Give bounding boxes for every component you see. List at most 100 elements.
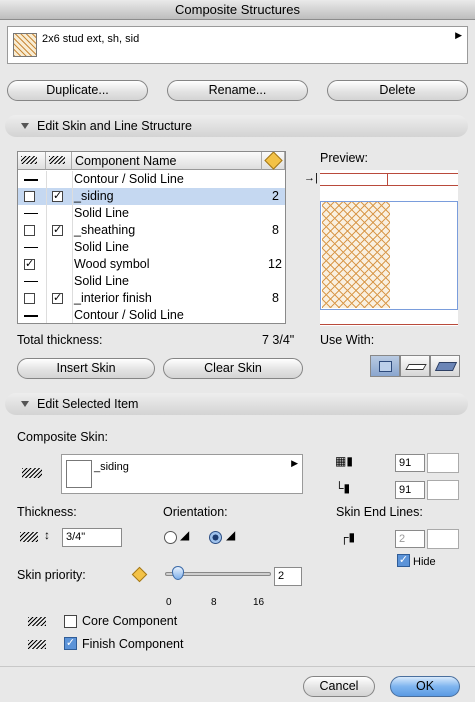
table-row-selected[interactable]: ✓ _siding 2	[18, 188, 285, 205]
contour-line-icon	[24, 315, 38, 317]
rename-button[interactable]: Rename...	[167, 80, 308, 101]
row-line-label: Contour / Solid Line	[74, 172, 184, 186]
thickness-arrow-icon: ↕	[44, 528, 50, 542]
preview-pointer-icon: →|	[304, 172, 318, 184]
cancel-button[interactable]: Cancel	[303, 676, 375, 697]
row-name: _interior finish	[74, 291, 152, 305]
edit-skin-section-header[interactable]: Edit Skin and Line Structure	[5, 115, 468, 137]
ok-button[interactable]: OK	[390, 676, 460, 697]
thickness-sort-icon[interactable]	[262, 152, 285, 170]
preview-top-contour	[320, 173, 458, 174]
skin-line-pen-icon: ▦▮	[335, 454, 353, 468]
skin-table[interactable]: Component Name Contour / Solid Line ✓ _s…	[17, 151, 286, 324]
edit-selected-section-header[interactable]: Edit Selected Item	[5, 393, 468, 415]
orientation-label: Orientation:	[163, 505, 228, 519]
skin-fill-pen-swatch[interactable]	[427, 480, 459, 500]
skin-line-pen-input[interactable]: 91	[395, 454, 425, 472]
contour-line-icon	[24, 179, 38, 181]
fill-selector[interactable]: _siding ▶	[61, 454, 303, 494]
preview-siding-band	[320, 185, 458, 186]
end-line-icon: ┌▮	[340, 530, 356, 544]
skin-fill-pen-input[interactable]: 91	[395, 481, 425, 499]
table-row[interactable]: ✓ _sheathing 8	[18, 222, 285, 239]
priority-icon	[131, 566, 148, 583]
thickness-label: Thickness:	[17, 505, 77, 519]
footer-divider	[0, 666, 475, 667]
priority-slider-thumb[interactable]	[172, 566, 184, 580]
finish-checkbox[interactable]: ✓	[52, 191, 63, 202]
use-with-slab-icon[interactable]	[400, 355, 430, 377]
table-row[interactable]: ✓ Wood symbol 12	[18, 256, 285, 273]
thickness-icon	[20, 532, 38, 542]
disclosure-triangle-icon[interactable]	[21, 123, 29, 129]
core-component-checkbox[interactable]	[64, 615, 77, 628]
column-header-name[interactable]: Component Name	[72, 152, 262, 170]
row-line-label: Solid Line	[74, 274, 129, 288]
end-line-pen-swatch[interactable]	[427, 529, 459, 549]
slider-tick-16: 16	[253, 597, 265, 608]
orientation-radio-2[interactable]	[209, 531, 222, 544]
row-name: Wood symbol	[74, 257, 150, 271]
core-checkbox[interactable]	[24, 293, 35, 304]
row-name: _siding	[74, 189, 114, 203]
chevron-right-icon[interactable]: ▶	[291, 458, 298, 469]
chevron-right-icon[interactable]: ▶	[455, 30, 462, 41]
composite-selector[interactable]: 2x6 stud ext, sh, sid ▶	[7, 26, 468, 64]
finish-column-icon[interactable]	[46, 152, 72, 170]
table-row[interactable]: ✓ _interior finish 8	[18, 290, 285, 307]
preview-pane	[320, 170, 458, 326]
finish-component-checkbox[interactable]: ✓	[64, 637, 77, 650]
hide-checkbox[interactable]: ✓	[397, 554, 410, 567]
finish-checkbox[interactable]: ✓	[52, 293, 63, 304]
total-thickness-value: 7 3/4"	[262, 333, 295, 347]
preview-selection-frame	[320, 201, 458, 310]
table-row[interactable]: Contour / Solid Line	[18, 307, 285, 323]
preview-right-edge	[387, 174, 388, 185]
composite-name: 2x6 stud ext, sh, sid	[42, 33, 140, 45]
duplicate-button[interactable]: Duplicate...	[7, 80, 148, 101]
composite-swatch-icon	[13, 33, 37, 57]
orientation-2-icon: ◢	[226, 528, 236, 542]
composite-skin-label: Composite Skin:	[17, 430, 109, 444]
table-row[interactable]: Contour / Solid Line	[18, 171, 285, 188]
table-row[interactable]: Solid Line	[18, 273, 285, 290]
solid-line-icon	[24, 281, 38, 282]
end-line-pen-input[interactable]: 2	[395, 530, 425, 548]
insert-skin-button[interactable]: Insert Skin	[17, 358, 155, 379]
total-thickness-label: Total thickness:	[17, 333, 103, 347]
fill-swatch	[66, 460, 92, 488]
hide-label: Hide	[413, 556, 436, 568]
use-with-roof-icon[interactable]	[430, 355, 460, 377]
orientation-radio-1[interactable]	[164, 531, 177, 544]
row-thickness: 8	[272, 291, 279, 305]
core-column-icon[interactable]	[18, 152, 46, 170]
skin-fill-pen-icon: └▮	[335, 481, 351, 495]
skin-line-pen-swatch[interactable]	[427, 453, 459, 473]
table-row[interactable]: Solid Line	[18, 205, 285, 222]
core-checkbox[interactable]	[24, 191, 35, 202]
use-with-label: Use With:	[320, 333, 375, 347]
orientation-1-icon: ◢	[180, 528, 190, 542]
fill-name: _siding	[94, 461, 129, 473]
core-component-icon	[28, 617, 46, 626]
finish-checkbox[interactable]: ✓	[52, 225, 63, 236]
core-checkbox[interactable]	[24, 225, 35, 236]
column-divider	[46, 171, 47, 323]
priority-input[interactable]: 2	[274, 567, 302, 586]
table-row[interactable]: Solid Line	[18, 239, 285, 256]
skin-end-lines-label: Skin End Lines:	[336, 505, 423, 519]
use-with-wall-icon[interactable]	[370, 355, 400, 377]
thickness-input[interactable]: 3/4"	[62, 528, 122, 547]
solid-line-icon	[24, 213, 38, 214]
finish-component-label: Finish Component	[82, 637, 184, 651]
delete-button[interactable]: Delete	[327, 80, 468, 101]
row-line-label: Contour / Solid Line	[74, 308, 184, 322]
disclosure-triangle-icon[interactable]	[21, 401, 29, 407]
clear-skin-button[interactable]: Clear Skin	[163, 358, 303, 379]
row-thickness: 8	[272, 223, 279, 237]
finish-component-icon	[28, 640, 46, 649]
row-thickness: 12	[268, 257, 282, 271]
core-checkbox[interactable]: ✓	[24, 259, 35, 270]
core-component-label: Core Component	[82, 614, 178, 628]
preview-bottom-contour	[320, 324, 458, 325]
